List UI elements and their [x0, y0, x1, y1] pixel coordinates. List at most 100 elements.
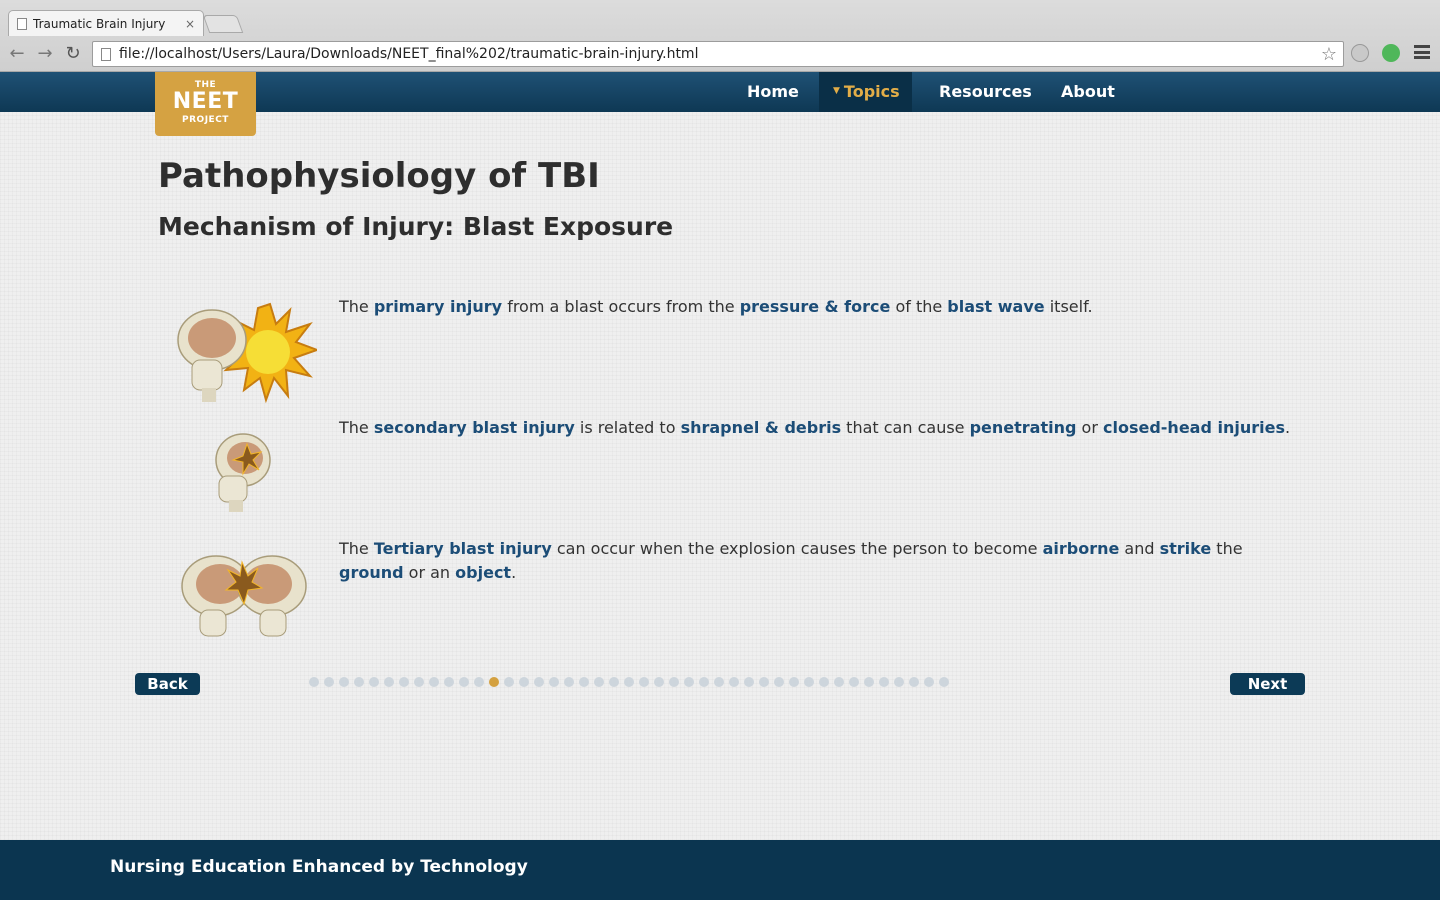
- pager-dot[interactable]: [564, 677, 574, 687]
- extension-icon[interactable]: [1351, 44, 1369, 62]
- footer-text: Nursing Education Enhanced by Technology: [110, 857, 528, 877]
- pager-dot[interactable]: [519, 677, 529, 687]
- nav-topics-label: Topics: [843, 82, 900, 101]
- text: .: [511, 563, 517, 582]
- url-text[interactable]: file://localhost/Users/Laura/Downloads/N…: [119, 46, 698, 62]
- pager-dot-current[interactable]: [489, 677, 499, 687]
- skull-heads-impact-icon: [181, 555, 307, 637]
- pager-dot[interactable]: [594, 677, 604, 687]
- forward-arrow-icon[interactable]: →: [34, 42, 56, 64]
- main-content: Pathophysiology of TBI Mechanism of Inju…: [0, 112, 1440, 840]
- pager-dot[interactable]: [744, 677, 754, 687]
- keyword-tertiary-blast-injury: Tertiary blast injury: [373, 539, 552, 558]
- pager-dot[interactable]: [639, 677, 649, 687]
- browser-tab[interactable]: Traumatic Brain Injury ×: [8, 10, 204, 36]
- pager-dot[interactable]: [789, 677, 799, 687]
- pager-dot[interactable]: [534, 677, 544, 687]
- reload-icon[interactable]: ↻: [62, 42, 84, 64]
- text: or an: [403, 563, 456, 582]
- nav-topics[interactable]: ▼ Topics: [819, 72, 912, 112]
- tab-title: Traumatic Brain Injury: [33, 16, 166, 31]
- pager-dot[interactable]: [429, 677, 439, 687]
- nav-about[interactable]: About: [1047, 72, 1129, 112]
- pager-dot[interactable]: [804, 677, 814, 687]
- pager-dot[interactable]: [624, 677, 634, 687]
- logo-line-project: PROJECT: [182, 115, 229, 125]
- pager-dot[interactable]: [309, 677, 319, 687]
- pager-dot[interactable]: [654, 677, 664, 687]
- pager-dot[interactable]: [774, 677, 784, 687]
- next-button[interactable]: Next: [1230, 673, 1305, 695]
- pager-dot[interactable]: [894, 677, 904, 687]
- evernote-extension-icon[interactable]: [1382, 44, 1400, 62]
- text: itself.: [1044, 297, 1093, 316]
- pager-dot[interactable]: [459, 677, 469, 687]
- menu-icon[interactable]: [1414, 45, 1430, 59]
- text: is related to: [574, 418, 681, 437]
- pager-dot[interactable]: [714, 677, 724, 687]
- bookmark-star-icon[interactable]: ☆: [1321, 44, 1337, 65]
- browser-chrome: Traumatic Brain Injury × ← → ↻ file://lo…: [0, 0, 1440, 72]
- pager-dot[interactable]: [879, 677, 889, 687]
- skull-head-shrapnel-icon: [215, 433, 271, 512]
- keyword-pressure-force: pressure & force: [739, 297, 891, 316]
- page-subtitle: Mechanism of Injury: Blast Exposure: [158, 212, 674, 241]
- pager-dot[interactable]: [864, 677, 874, 687]
- keyword-ground: ground: [339, 563, 404, 582]
- back-arrow-icon[interactable]: ←: [6, 42, 28, 64]
- logo-line-neet: NEET: [172, 89, 239, 114]
- pager-dot[interactable]: [909, 677, 919, 687]
- caret-down-icon: ▼: [833, 85, 840, 96]
- skull-head-icon: [177, 309, 247, 402]
- pager-dot[interactable]: [699, 677, 709, 687]
- pager-dot[interactable]: [414, 677, 424, 687]
- nav-resources[interactable]: Resources: [925, 72, 1046, 112]
- pager-dot[interactable]: [369, 677, 379, 687]
- nav-home[interactable]: Home: [733, 72, 813, 112]
- primary-injury-text: The primary injury from a blast occurs f…: [339, 295, 1299, 319]
- pager-dot[interactable]: [939, 677, 949, 687]
- tertiary-blast-illustration: [181, 555, 307, 637]
- secondary-injury-text: The secondary blast injury is related to…: [339, 416, 1299, 440]
- pager-dot[interactable]: [819, 677, 829, 687]
- pager-dot[interactable]: [354, 677, 364, 687]
- pager-dot[interactable]: [324, 677, 334, 687]
- pager-dot[interactable]: [444, 677, 454, 687]
- text: can occur when the explosion causes the …: [551, 539, 1043, 558]
- document-icon: [17, 17, 27, 30]
- pager-dot[interactable]: [849, 677, 859, 687]
- pager-dot[interactable]: [579, 677, 589, 687]
- text: that can cause: [841, 418, 970, 437]
- pager-dot[interactable]: [759, 677, 769, 687]
- keyword-blast-wave: blast wave: [947, 297, 1045, 316]
- pager-dot[interactable]: [474, 677, 484, 687]
- neet-logo[interactable]: THE NEET PROJECT: [155, 72, 256, 136]
- pager-dot[interactable]: [339, 677, 349, 687]
- secondary-blast-illustration: [215, 433, 271, 512]
- pager-dot[interactable]: [549, 677, 559, 687]
- text: The: [339, 539, 374, 558]
- tertiary-injury-text: The Tertiary blast injury can occur when…: [339, 537, 1299, 585]
- pager-dot[interactable]: [384, 677, 394, 687]
- keyword-penetrating: penetrating: [969, 418, 1077, 437]
- pager-dot[interactable]: [729, 677, 739, 687]
- pager-dot[interactable]: [504, 677, 514, 687]
- keyword-closed-head-injuries: closed-head injuries: [1103, 418, 1285, 437]
- text: and: [1119, 539, 1160, 558]
- back-button[interactable]: Back: [135, 673, 200, 695]
- text: The: [339, 418, 374, 437]
- tab-close-icon[interactable]: ×: [185, 17, 195, 31]
- pager-dot[interactable]: [399, 677, 409, 687]
- text: from a blast occurs from the: [502, 297, 740, 316]
- address-bar[interactable]: file://localhost/Users/Laura/Downloads/N…: [92, 41, 1344, 67]
- new-tab-button[interactable]: [202, 15, 244, 33]
- keyword-airborne: airborne: [1042, 539, 1120, 558]
- keyword-object: object: [455, 563, 512, 582]
- pager-dot[interactable]: [684, 677, 694, 687]
- page-icon: [101, 47, 111, 61]
- pager-dot[interactable]: [924, 677, 934, 687]
- pager-dot[interactable]: [669, 677, 679, 687]
- text: or: [1076, 418, 1103, 437]
- pager-dot[interactable]: [834, 677, 844, 687]
- pager-dot[interactable]: [609, 677, 619, 687]
